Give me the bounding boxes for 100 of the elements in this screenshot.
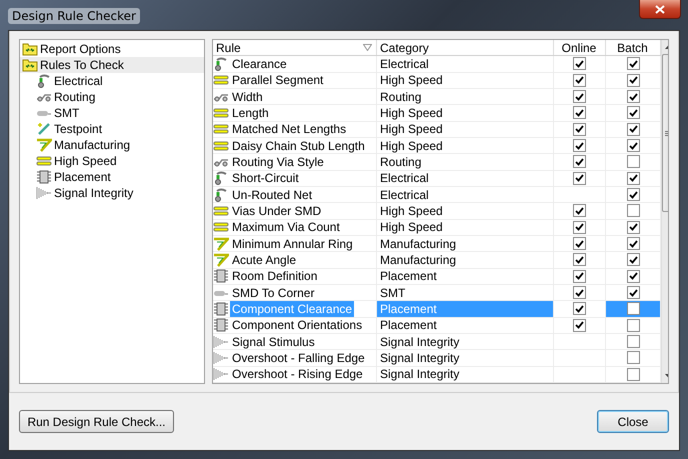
tree-item[interactable]: Manufacturing xyxy=(20,137,204,153)
category-cell: Placement xyxy=(380,318,437,333)
checkbox[interactable] xyxy=(573,253,586,266)
checkbox[interactable] xyxy=(626,172,640,185)
folder-icon xyxy=(22,42,38,56)
checkbox[interactable] xyxy=(573,172,586,185)
checkbox[interactable] xyxy=(626,220,640,234)
table-row[interactable]: Minimum Annular Ring Manufacturing xyxy=(213,236,661,252)
tree-item[interactable]: Placement xyxy=(20,169,204,185)
angle-icon xyxy=(213,252,229,267)
checkbox[interactable] xyxy=(573,237,586,250)
table-row[interactable]: Un-Routed Net Electrical xyxy=(213,186,661,204)
run-drc-button[interactable]: Run Design Rule Check... xyxy=(19,410,174,433)
rule-name: Minimum Annular Ring xyxy=(231,236,354,252)
table-row[interactable]: Clearance Electrical xyxy=(213,56,661,73)
parallel-lines-icon xyxy=(213,138,229,153)
category-cell: Signal Integrity xyxy=(380,334,460,350)
chip-icon xyxy=(213,302,229,316)
checkbox[interactable] xyxy=(626,286,640,300)
checkbox[interactable] xyxy=(573,139,586,152)
checkbox[interactable] xyxy=(626,155,640,168)
checkbox[interactable] xyxy=(626,139,640,152)
checkbox[interactable] xyxy=(573,106,586,120)
rule-name: Overshoot - Rising Edge xyxy=(231,366,364,382)
checkbox[interactable] xyxy=(626,318,640,332)
checkbox[interactable] xyxy=(626,106,640,120)
checkbox[interactable] xyxy=(626,302,640,316)
checkbox[interactable] xyxy=(626,74,640,87)
category-cell: Manufacturing xyxy=(380,236,456,252)
category-cell: SMT xyxy=(380,284,406,300)
waveform-icon xyxy=(36,186,52,200)
checkbox[interactable] xyxy=(626,335,640,348)
rule-name: Un-Routed Net xyxy=(231,186,314,202)
column-header[interactable]: Category xyxy=(377,40,554,56)
category-cell: Electrical xyxy=(380,186,429,202)
tree-item[interactable]: Routing xyxy=(20,89,204,105)
checkbox[interactable] xyxy=(573,57,586,70)
table-row[interactable]: Matched Net Lengths High Speed xyxy=(213,122,661,138)
table-row[interactable]: Short-Circuit Electrical xyxy=(213,170,661,187)
checkbox[interactable] xyxy=(573,302,586,316)
checkbox[interactable] xyxy=(626,188,640,202)
parallel-lines-icon xyxy=(213,220,229,234)
checkbox[interactable] xyxy=(573,286,586,300)
table-row[interactable]: Routing Via Style Routing xyxy=(213,154,661,171)
chip-icon xyxy=(36,170,52,184)
table-row[interactable]: Overshoot - Rising Edge Signal Integrity xyxy=(213,366,661,383)
tree-item[interactable]: High Speed xyxy=(20,153,204,169)
tree-item[interactable]: Electrical xyxy=(20,73,204,89)
checkbox[interactable] xyxy=(573,318,586,332)
checkbox[interactable] xyxy=(626,270,640,283)
table-row[interactable]: Acute Angle Manufacturing xyxy=(213,252,661,269)
rule-name: Clearance xyxy=(231,56,288,72)
tree-item[interactable]: SMT xyxy=(20,105,204,121)
checkbox[interactable] xyxy=(573,155,586,168)
chip-icon xyxy=(213,318,229,332)
checkbox[interactable] xyxy=(626,90,640,104)
checkbox[interactable] xyxy=(573,122,586,136)
checkbox[interactable] xyxy=(573,220,586,234)
sort-icon xyxy=(363,44,372,52)
table-row[interactable]: Overshoot - Falling Edge Signal Integrity xyxy=(213,350,661,367)
tree-item[interactable]: Signal Integrity xyxy=(20,185,204,201)
table-row[interactable]: Maximum Via Count High Speed xyxy=(213,220,661,236)
tree-item[interactable]: Testpoint xyxy=(20,121,204,137)
table-row[interactable]: Length High Speed xyxy=(213,105,661,122)
checkbox[interactable] xyxy=(573,74,586,87)
checkbox[interactable] xyxy=(626,204,640,218)
category-cell: High Speed xyxy=(380,203,443,219)
rule-name: Acute Angle xyxy=(231,252,298,268)
table-row[interactable]: Parallel Segment High Speed xyxy=(213,72,661,89)
checkbox[interactable] xyxy=(626,351,640,364)
parallel-lines-icon xyxy=(213,122,229,136)
folder-icon xyxy=(22,58,38,72)
checkbox[interactable] xyxy=(626,237,640,250)
checkbox[interactable] xyxy=(573,90,586,104)
table-row[interactable]: Signal Stimulus Signal Integrity xyxy=(213,334,661,350)
table-row[interactable]: Room Definition Placement xyxy=(213,268,661,285)
close-window-button[interactable] xyxy=(639,0,681,19)
checkbox[interactable] xyxy=(626,122,640,136)
checkbox[interactable] xyxy=(573,204,586,218)
checkbox[interactable] xyxy=(626,368,640,381)
table-row[interactable]: Width Routing xyxy=(213,88,661,106)
table-row[interactable]: Daisy Chain Stub Length High Speed xyxy=(213,138,661,154)
rule-name: Width xyxy=(231,88,264,104)
table-row[interactable]: Component Orientations Placement xyxy=(213,318,661,334)
category-cell: High Speed xyxy=(380,138,443,154)
table-row[interactable]: Vias Under SMD High Speed xyxy=(213,203,661,220)
checkbox[interactable] xyxy=(626,253,640,266)
tree-item[interactable]: Rules To Check xyxy=(20,57,204,73)
category-cell: Signal Integrity xyxy=(380,350,460,366)
category-cell: High Speed xyxy=(380,122,443,137)
angle-icon xyxy=(213,236,229,251)
rule-name: Parallel Segment xyxy=(231,72,324,88)
close-button[interactable]: Close xyxy=(597,410,669,433)
column-header[interactable]: Online xyxy=(554,40,606,56)
column-header[interactable]: Rule xyxy=(213,40,377,56)
rule-name: Routing Via Style xyxy=(231,154,325,170)
rule-name: Short-Circuit xyxy=(231,170,300,186)
checkbox[interactable] xyxy=(626,57,640,70)
tree-item[interactable]: Report Options xyxy=(20,41,204,57)
checkbox[interactable] xyxy=(573,270,586,283)
